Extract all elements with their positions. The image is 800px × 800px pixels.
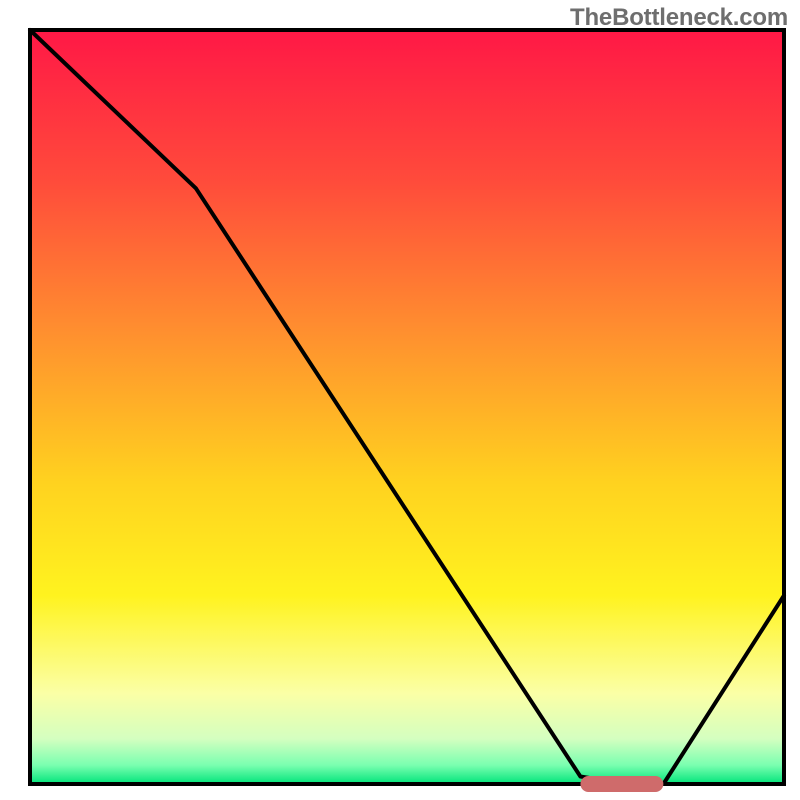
bottleneck-chart	[0, 0, 800, 800]
watermark-text: TheBottleneck.com	[570, 4, 788, 32]
plot-background	[30, 30, 784, 784]
chart-container: TheBottleneck.com	[0, 0, 800, 800]
optimal-range-marker	[580, 776, 663, 792]
